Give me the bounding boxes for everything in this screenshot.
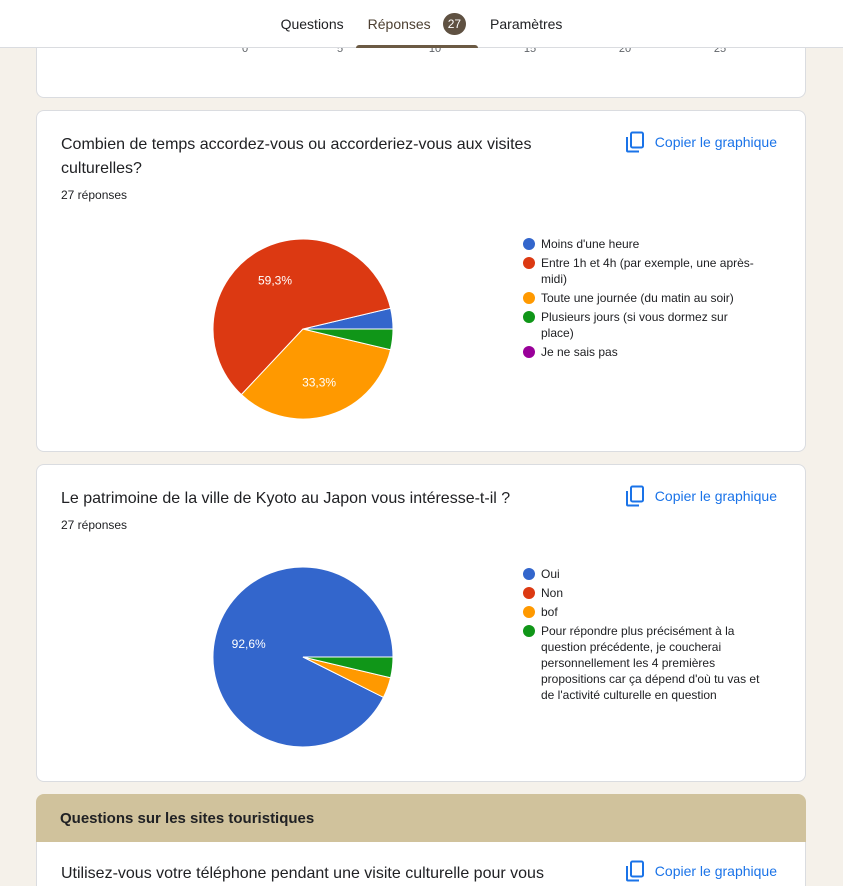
legend-label: Toute une journée (du matin au soir) [541,291,734,305]
legend-swatch [523,346,535,358]
tab-questions[interactable]: Questions [269,0,356,48]
copy-chart-button[interactable]: Copier le graphique [625,860,777,882]
copy-chart-button[interactable]: Copier le graphique [625,131,777,153]
legend-swatch [523,257,535,269]
legend-item: Moins d'une heure [523,236,763,252]
pie-slice-label: 92,6% [232,637,266,651]
question-title: Utilisez-vous votre téléphone pendant un… [61,865,544,882]
chart-legend: Oui Non bof Pour répondre plus préciséme… [523,566,763,706]
copy-icon [625,860,644,882]
tab-questions-label: Questions [280,16,344,32]
question-card-phone-usage: Utilisez-vous votre téléphone pendant un… [36,842,806,886]
pie-chart: 59,3% 33,3% [212,238,394,420]
legend-item: bof [523,604,763,620]
legend-item: Toute une journée (du matin au soir) [523,290,763,306]
legend-swatch [523,238,535,250]
copy-icon [625,485,644,507]
legend-swatch [523,625,535,637]
legend-label: Pour répondre plus précisément à la ques… [541,624,760,702]
legend-label: bof [541,605,558,619]
legend-swatch [523,292,535,304]
tab-settings[interactable]: Paramètres [478,0,574,48]
legend-item: Entre 1h et 4h (par exemple, une après-m… [523,255,763,287]
legend-label: Je ne sais pas [541,345,618,359]
response-count: 27 réponses [61,188,128,202]
chart-legend: Moins d'une heure Entre 1h et 4h (par ex… [523,236,763,363]
pie-chart: 92,6% [212,566,394,748]
tab-responses-label: Réponses [367,16,431,32]
legend-item: Plusieurs jours (si vous dormez sur plac… [523,309,763,341]
legend-swatch [523,311,535,323]
copy-chart-label: Copier le graphique [654,488,777,504]
legend-item: Je ne sais pas [523,344,763,360]
copy-chart-button[interactable]: Copier le graphique [625,485,777,507]
legend-item: Oui [523,566,763,582]
copy-chart-label: Copier le graphique [654,134,777,150]
legend-label: Moins d'une heure [541,237,640,251]
legend-label: Oui [541,567,560,581]
pie-slice-label: 59,3% [258,274,292,288]
section-title: Questions sur les sites touristiques [60,809,315,827]
section-header: Questions sur les sites touristiques [36,794,806,842]
response-count: 27 réponses [61,518,128,532]
legend-item: Pour répondre plus précisément à la ques… [523,623,763,703]
tab-bar: Questions Réponses 27 Paramètres [0,0,843,48]
question-title: Le patrimoine de la ville de Kyoto au Ja… [61,490,511,507]
copy-icon [625,131,644,153]
legend-item: Non [523,585,763,601]
legend-swatch [523,606,535,618]
legend-label: Plusieurs jours (si vous dormez sur plac… [541,310,728,340]
legend-label: Non [541,586,564,600]
question-title: Combien de temps accordez-vous ou accord… [61,136,532,177]
question-card-kyoto-heritage: Le patrimoine de la ville de Kyoto au Ja… [36,464,806,782]
tab-settings-label: Paramètres [490,16,563,32]
legend-label: Entre 1h et 4h (par exemple, une après-m… [541,256,754,286]
legend-swatch [523,568,535,580]
pie-slice-label: 33,3% [302,375,336,389]
question-card-visit-duration: Combien de temps accordez-vous ou accord… [36,110,806,452]
tab-responses[interactable]: Réponses 27 [355,0,479,48]
top-bar: Questions Réponses 27 Paramètres [0,0,843,48]
legend-swatch [523,587,535,599]
responses-count-badge: 27 [442,13,467,35]
copy-chart-label: Copier le graphique [654,863,777,879]
